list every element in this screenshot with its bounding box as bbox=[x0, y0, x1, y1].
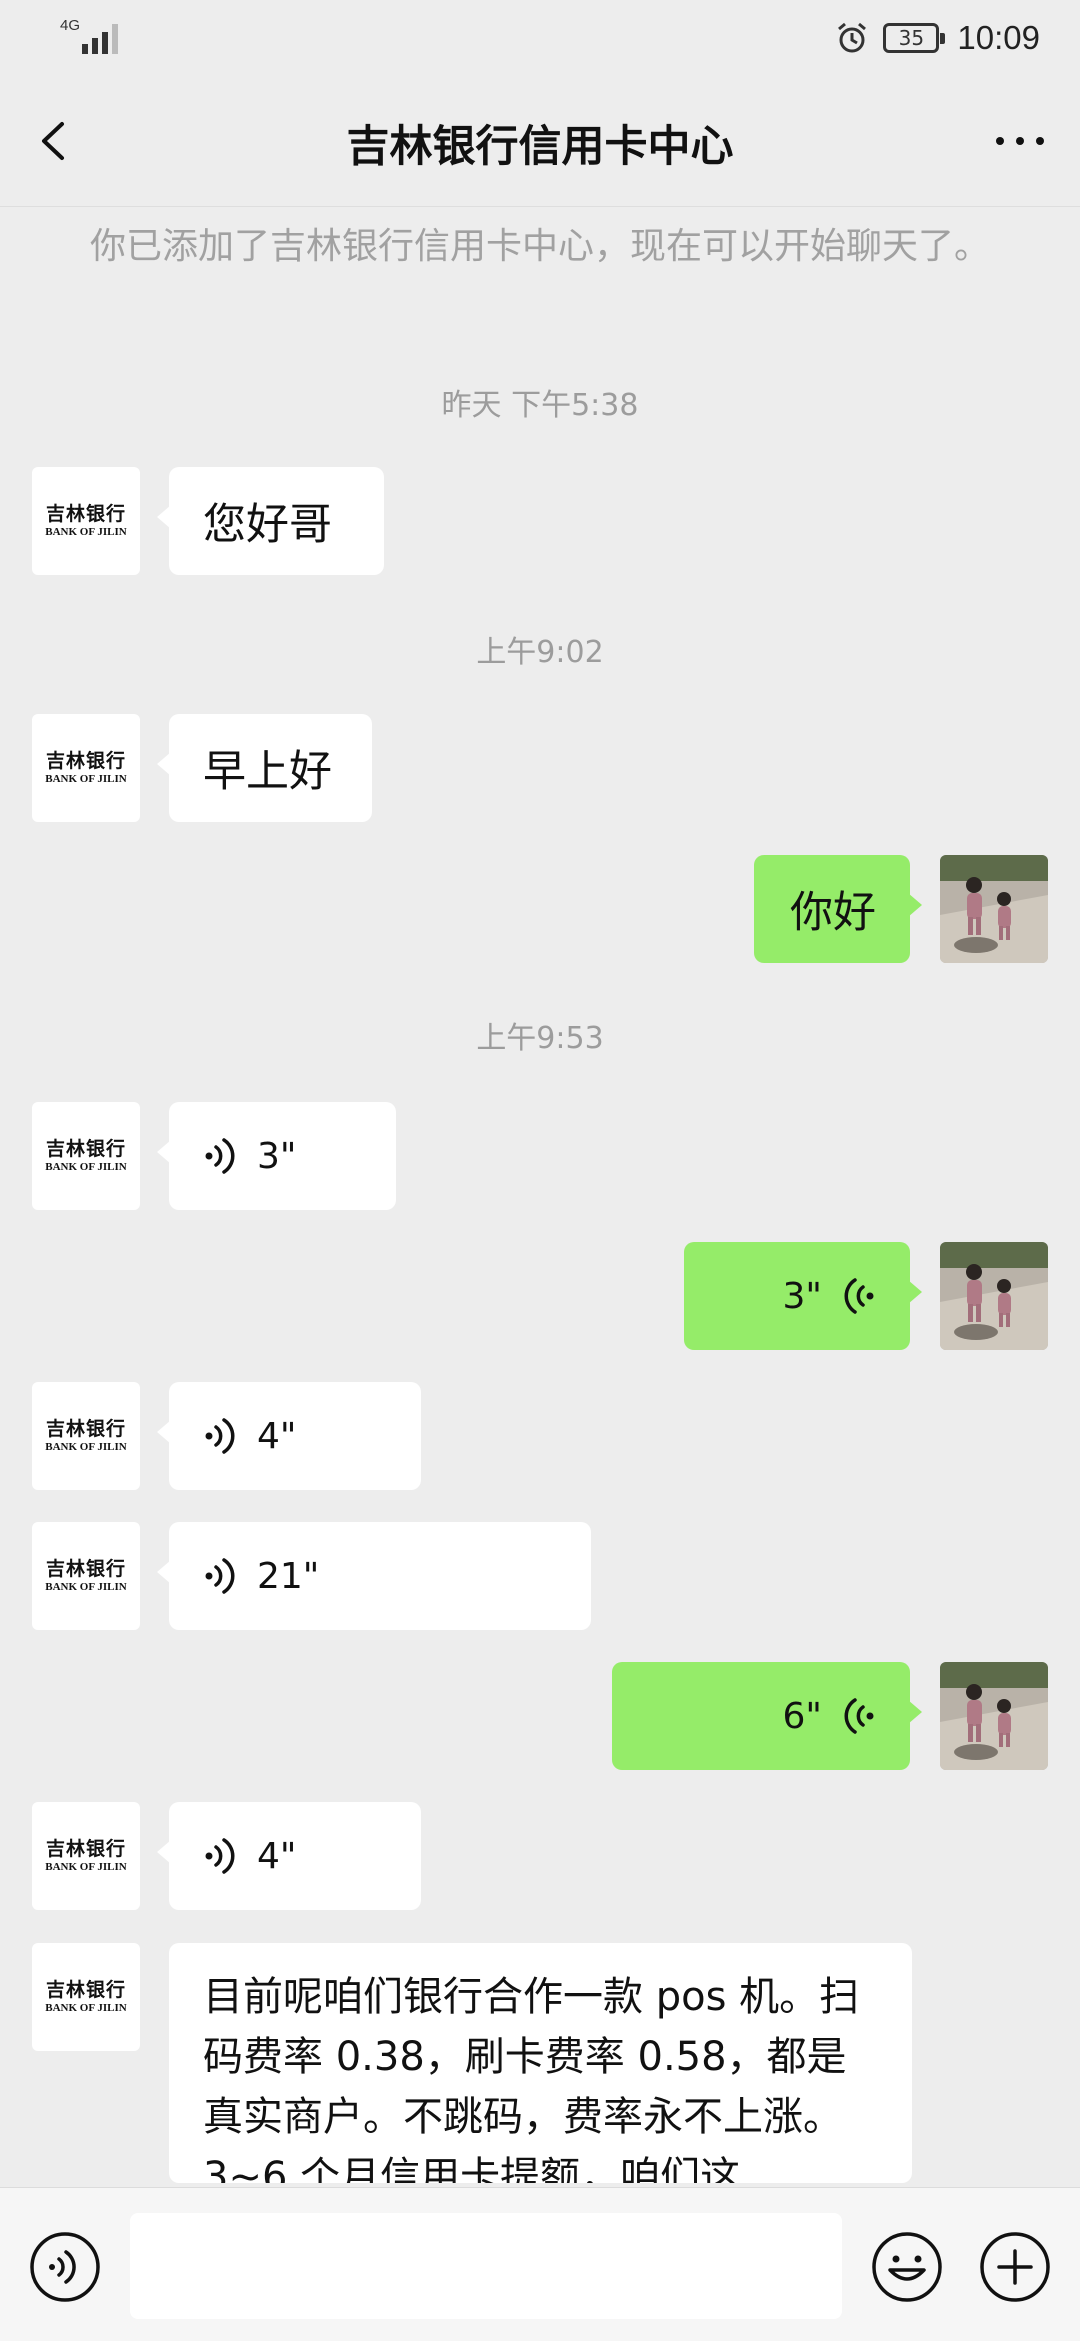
user-avatar[interactable] bbox=[940, 1662, 1048, 1770]
user-photo bbox=[940, 1242, 1048, 1350]
incoming-voice-bubble[interactable]: 3" bbox=[157, 1102, 396, 1210]
bank-logo: 吉林银行 BANK OF JILIN bbox=[45, 1979, 127, 2014]
message-row: 吉林银行 BANK OF JILIN 4" bbox=[0, 1802, 1080, 1910]
clock: 10:09 bbox=[957, 19, 1040, 56]
timestamp: 上午9:53 bbox=[476, 1021, 604, 1056]
bank-logo: 吉林银行 BANK OF JILIN bbox=[45, 1138, 127, 1173]
bank-logo: 吉林银行 BANK OF JILIN bbox=[45, 1418, 127, 1453]
status-bar: 4G 35 10:09 bbox=[0, 0, 1080, 76]
emoji-icon[interactable] bbox=[870, 2230, 944, 2304]
network-type: 4G bbox=[60, 17, 81, 34]
timestamp: 上午9:02 bbox=[476, 635, 604, 670]
bank-logo: 吉林银行 BANK OF JILIN bbox=[45, 750, 127, 785]
timestamp: 昨天 下午5:38 bbox=[441, 388, 639, 423]
message-row: 吉林银行 BANK OF JILIN 21" bbox=[0, 1522, 1080, 1630]
bank-avatar[interactable]: 吉林银行 BANK OF JILIN bbox=[32, 1802, 140, 1910]
signal-bars-icon bbox=[82, 24, 118, 54]
alarm-clock-icon bbox=[838, 22, 867, 53]
message-row: 6" bbox=[0, 1662, 1080, 1770]
message-row: 吉林银行 BANK OF JILIN 您好哥 bbox=[0, 467, 1080, 575]
signal-indicator: 4G bbox=[60, 18, 130, 58]
chat-title: 吉林银行信用卡中心 bbox=[346, 122, 734, 172]
more-dots-icon[interactable] bbox=[990, 116, 1050, 166]
outgoing-voice-bubble[interactable]: 6" bbox=[612, 1662, 922, 1770]
message-row: 你好 bbox=[0, 855, 1080, 963]
voice-wave-icon bbox=[205, 1838, 235, 1874]
user-avatar[interactable] bbox=[940, 1242, 1048, 1350]
message-row: 3" bbox=[0, 1242, 1080, 1350]
message-row: 吉林银行 BANK OF JILIN 3" bbox=[0, 1102, 1080, 1210]
incoming-voice-bubble[interactable]: 4" bbox=[157, 1802, 421, 1910]
user-photo bbox=[940, 1662, 1048, 1770]
incoming-voice-bubble[interactable]: 21" bbox=[157, 1522, 591, 1630]
voice-wave-icon bbox=[205, 1558, 235, 1594]
bank-logo: 吉林银行 BANK OF JILIN bbox=[45, 503, 127, 538]
incoming-voice-bubble[interactable]: 4" bbox=[157, 1382, 421, 1490]
outgoing-text-bubble[interactable]: 你好 bbox=[754, 855, 922, 963]
bank-avatar[interactable]: 吉林银行 BANK OF JILIN bbox=[32, 1943, 140, 2051]
bank-avatar[interactable]: 吉林银行 BANK OF JILIN bbox=[32, 1522, 140, 1630]
bank-logo: 吉林银行 BANK OF JILIN bbox=[45, 1838, 127, 1873]
voice-wave-icon bbox=[844, 1278, 874, 1314]
incoming-text-bubble[interactable]: 您好哥 bbox=[157, 467, 384, 575]
outgoing-voice-bubble[interactable]: 3" bbox=[684, 1242, 922, 1350]
incoming-long-text-bubble[interactable]: 目前呢咱们银行合作一款 pos 机。扫码费率 0.38，刷卡费率 0.58，都是… bbox=[169, 1943, 912, 2183]
user-photo bbox=[940, 855, 1048, 963]
chat-header: 吉林银行信用卡中心 bbox=[0, 76, 1080, 207]
plus-icon[interactable] bbox=[978, 2230, 1052, 2304]
message-row: 吉林银行 BANK OF JILIN 早上好 bbox=[0, 714, 1080, 822]
incoming-text-bubble[interactable]: 早上好 bbox=[157, 714, 372, 822]
bank-avatar[interactable]: 吉林银行 BANK OF JILIN bbox=[32, 467, 140, 575]
bank-logo: 吉林银行 BANK OF JILIN bbox=[45, 1558, 127, 1593]
bank-avatar[interactable]: 吉林银行 BANK OF JILIN bbox=[32, 1382, 140, 1490]
user-avatar[interactable] bbox=[940, 855, 1048, 963]
system-notice: 你已添加了吉林银行信用卡中心，现在可以开始聊天了。 bbox=[89, 226, 990, 267]
voice-wave-icon bbox=[205, 1418, 235, 1454]
input-bar bbox=[0, 2187, 1080, 2341]
voice-wave-icon bbox=[205, 1138, 235, 1174]
message-input[interactable] bbox=[130, 2213, 842, 2319]
voice-input-icon[interactable] bbox=[28, 2230, 102, 2304]
bank-avatar[interactable]: 吉林银行 BANK OF JILIN bbox=[32, 714, 140, 822]
bank-avatar[interactable]: 吉林银行 BANK OF JILIN bbox=[32, 1102, 140, 1210]
battery-indicator: 35 bbox=[883, 23, 946, 53]
message-row: 吉林银行 BANK OF JILIN 4" bbox=[0, 1382, 1080, 1490]
voice-wave-icon bbox=[844, 1698, 874, 1734]
battery-level: 35 bbox=[898, 26, 925, 50]
